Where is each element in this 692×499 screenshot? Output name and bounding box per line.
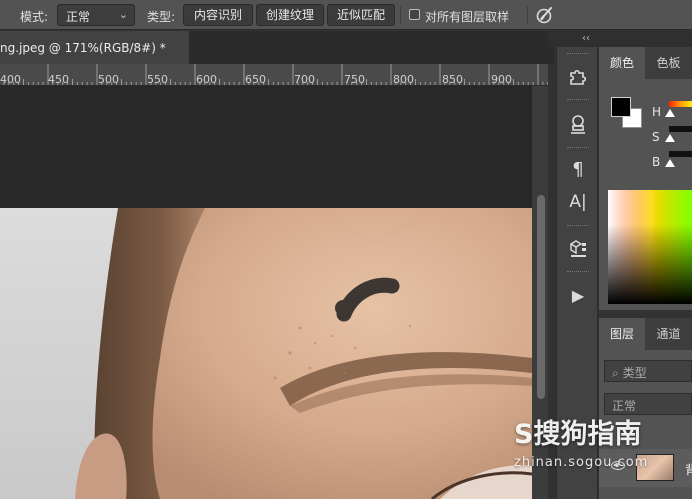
ruler-tick-label: 850 xyxy=(442,73,463,86)
ruler-tick-label: 650 xyxy=(245,73,266,86)
collapse-panels-icon[interactable]: ‹‹ xyxy=(582,33,590,44)
tab-color[interactable]: 颜色 xyxy=(599,47,645,79)
character-icon[interactable]: A| xyxy=(567,191,589,213)
ruler-tick-label: 400 xyxy=(0,73,21,86)
sample-all-layers-label: 对所有图层取样 xyxy=(425,10,510,24)
grip-handle[interactable] xyxy=(567,271,589,273)
vertical-scrollbar-thumb[interactable] xyxy=(537,195,545,399)
ruler-ticks xyxy=(3,64,548,85)
search-icon: ⌕ xyxy=(612,366,619,380)
tab-channels[interactable]: 通道 xyxy=(645,318,692,350)
hue-label: H xyxy=(652,105,662,119)
sample-all-layers-checkbox[interactable] xyxy=(409,9,420,20)
panel-dock-header: ‹‹ xyxy=(548,31,692,47)
watermark-url: zhinan.sogou.com xyxy=(514,455,649,470)
portrait-photo[interactable] xyxy=(0,208,532,499)
grip-handle[interactable] xyxy=(567,147,589,149)
puzzle-icon[interactable] xyxy=(567,65,589,87)
color-panel: 颜色 色板 H S B xyxy=(599,47,692,310)
layers-panel-tabs: 图层 通道 xyxy=(599,318,692,350)
layer-filter-dropdown[interactable]: ⌕ 类型 xyxy=(604,360,692,382)
saturation-slider-thumb[interactable] xyxy=(665,134,675,142)
grip-handle[interactable] xyxy=(567,225,589,227)
blend-mode-value: 正常 xyxy=(612,399,637,413)
saturation-slider[interactable] xyxy=(669,126,692,132)
tab-swatches[interactable]: 色板 xyxy=(645,47,692,79)
horizontal-ruler[interactable]: 400 450 500 550 600 650 700 750 800 850 … xyxy=(0,64,548,86)
layers-panel: 图层 通道 ⌕ 类型 正常 背 xyxy=(599,318,692,499)
proximity-match-button[interactable]: 近似匹配 xyxy=(327,4,395,26)
hue-slider[interactable] xyxy=(669,101,692,107)
ruler-tick-label: 450 xyxy=(48,73,69,86)
tab-bar-empty xyxy=(190,31,554,64)
ruler-tick-label: 700 xyxy=(294,73,315,86)
tab-layers[interactable]: 图层 xyxy=(599,318,645,350)
watermark-logo: S搜狗指南 xyxy=(514,419,642,450)
brightness-label: B xyxy=(652,155,661,169)
create-texture-button[interactable]: 创建纹理 xyxy=(256,4,324,26)
options-bar: 模式: 正常 ⌄ 类型: 内容识别 创建纹理 近似匹配 对所有图层取样 xyxy=(0,0,692,30)
document-tab[interactable]: ng.jpeg @ 171%(RGB/8#) * xyxy=(0,31,190,64)
grip-handle[interactable] xyxy=(567,53,589,55)
ruler-tick-label: 900 xyxy=(491,73,512,86)
mode-dropdown[interactable]: 正常 ⌄ xyxy=(57,4,135,26)
hue-slider-thumb[interactable] xyxy=(665,109,675,117)
type-label: 类型: xyxy=(147,10,176,24)
paragraph-icon[interactable]: ¶ xyxy=(567,159,589,181)
color-panel-tabs: 颜色 色板 xyxy=(599,47,692,79)
pressure-brush-icon[interactable] xyxy=(535,5,555,25)
grip-handle[interactable] xyxy=(567,99,589,101)
stamp-brush-icon[interactable] xyxy=(567,113,589,135)
layer-filter-value: 类型 xyxy=(622,366,647,380)
divider xyxy=(400,6,401,24)
ruler-tick-label: 600 xyxy=(196,73,217,86)
ruler-tick-label: 750 xyxy=(344,73,365,86)
ruler-tick-label: 500 xyxy=(98,73,119,86)
3d-layers-icon[interactable] xyxy=(567,237,589,259)
saturation-label: S xyxy=(652,130,660,144)
chevron-down-icon: ⌄ xyxy=(118,8,128,21)
color-spectrum[interactable] xyxy=(608,190,692,304)
mode-label: 模式: xyxy=(20,10,49,24)
foreground-color-swatch[interactable] xyxy=(611,97,631,117)
layer-name: 背 xyxy=(685,463,692,477)
divider xyxy=(527,6,528,24)
brightness-slider[interactable] xyxy=(669,151,692,157)
document-title: ng.jpeg @ 171%(RGB/8#) * xyxy=(0,41,166,55)
mode-value: 正常 xyxy=(66,10,91,24)
document-canvas[interactable] xyxy=(0,86,532,499)
ruler-tick-label: 550 xyxy=(147,73,168,86)
brightness-slider-thumb[interactable] xyxy=(665,159,675,167)
play-icon[interactable]: ▶ xyxy=(567,285,589,307)
ruler-tick-label: 800 xyxy=(393,73,414,86)
content-aware-button[interactable]: 内容识别 xyxy=(183,4,253,26)
